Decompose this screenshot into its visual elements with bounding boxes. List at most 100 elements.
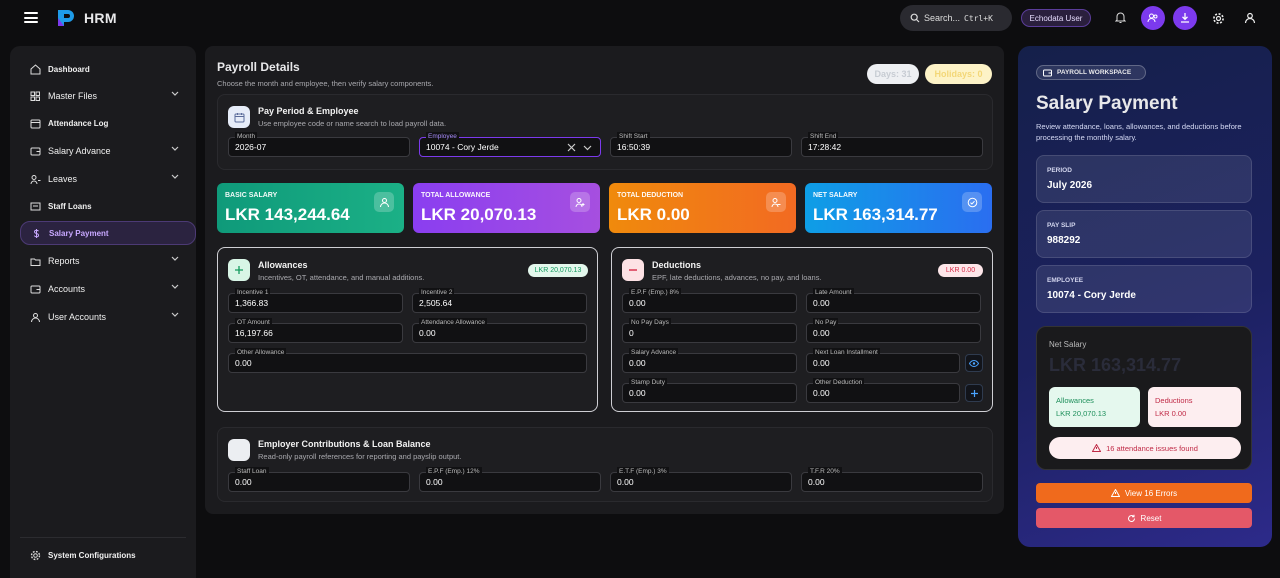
field-value: 0 bbox=[629, 328, 634, 338]
basic-salary-value: LKR 143,244.64 bbox=[225, 205, 350, 224]
calendar-icon bbox=[228, 106, 250, 128]
field-value: 16,197.66 bbox=[235, 328, 273, 338]
sidebar-item-label: Attendance Log bbox=[48, 118, 109, 128]
minus-icon bbox=[622, 259, 644, 281]
chevron-down-icon[interactable] bbox=[583, 145, 592, 151]
field-label: Attendance Allowance bbox=[419, 318, 487, 328]
month-field[interactable]: Month 2026-07 bbox=[228, 132, 410, 157]
salary-payment-title: Salary Payment bbox=[1036, 93, 1178, 114]
net-salary-label: Net Salary bbox=[1049, 340, 1087, 349]
chevron-down-icon bbox=[171, 312, 179, 317]
days-badge: Days: 31 bbox=[867, 64, 919, 84]
view-errors-button[interactable]: View 16 Errors bbox=[1036, 483, 1252, 503]
gear-icon[interactable] bbox=[1206, 6, 1230, 30]
net-salary-value: LKR 163,314.77 bbox=[1049, 355, 1182, 375]
clear-icon[interactable] bbox=[567, 143, 576, 152]
no-pay-days-field[interactable]: No Pay Days 0 bbox=[622, 318, 797, 343]
users-icon bbox=[30, 174, 41, 184]
warning-icon bbox=[1092, 444, 1102, 452]
sidebar-item-salary-advance[interactable]: Salary Advance bbox=[20, 139, 196, 163]
field-value: 0.00 bbox=[426, 477, 443, 487]
staff-loan-field[interactable]: Staff Loan 0.00 bbox=[228, 467, 410, 492]
menu-icon[interactable] bbox=[24, 12, 38, 23]
deductions-title: Deductions bbox=[652, 260, 702, 270]
field-label: Stamp Duty bbox=[629, 378, 667, 388]
other-deduction-field[interactable]: Other Deduction 0.00 bbox=[806, 378, 960, 403]
sidebar-item-label: User Accounts bbox=[48, 312, 107, 322]
no-pay-field[interactable]: No Pay 0.00 bbox=[806, 318, 981, 343]
employer-subtitle: Read-only payroll references for reporti… bbox=[258, 452, 462, 461]
sidebar-item-salary-payment[interactable]: Salary Payment bbox=[20, 221, 196, 245]
field-value: 0.00 bbox=[629, 358, 646, 368]
top-bar: HRM Search... Ctrl+K Echodata User bbox=[0, 0, 1280, 36]
incentive-1-field[interactable]: Incentive 1 1,366.83 bbox=[228, 288, 403, 313]
field-value: 0.00 bbox=[617, 477, 634, 487]
attendance-issues-button[interactable]: 16 attendance issues found bbox=[1049, 437, 1241, 459]
folder-icon bbox=[30, 258, 41, 266]
incentive-2-field[interactable]: Incentive 2 2,505.64 bbox=[412, 288, 587, 313]
period-card: PERIOD July 2026 bbox=[1036, 155, 1252, 203]
chevron-down-icon bbox=[171, 146, 179, 151]
check-circle-icon bbox=[962, 192, 982, 212]
sidebar-item-reports[interactable]: Reports bbox=[20, 249, 196, 273]
sidebar-item-dashboard[interactable]: Dashboard bbox=[20, 57, 196, 81]
net-salary-label: NET SALARY bbox=[813, 192, 858, 199]
e-p-f-emp-8-field[interactable]: E.P.F (Emp.) 8% 0.00 bbox=[622, 288, 797, 313]
bell-icon[interactable] bbox=[1108, 6, 1132, 30]
page-title: Payroll Details bbox=[217, 60, 300, 74]
other-allowance-field[interactable]: Other Allowance 0.00 bbox=[228, 348, 587, 373]
ot-amount-field[interactable]: OT Amount 16,197.66 bbox=[228, 318, 403, 343]
e-p-f-emp-12-field[interactable]: E.P.F (Emp.) 12% 0.00 bbox=[419, 467, 601, 492]
user-badge[interactable]: Echodata User bbox=[1021, 9, 1091, 27]
stamp-duty-field[interactable]: Stamp Duty 0.00 bbox=[622, 378, 797, 403]
allowances-summary: Allowances LKR 20,070.13 bbox=[1049, 387, 1140, 427]
e-t-f-emp-3-field[interactable]: E.T.F (Emp.) 3% 0.00 bbox=[610, 467, 792, 492]
workspace-tag: PAYROLL WORKSPACE bbox=[1036, 65, 1146, 80]
payroll-details-panel: Payroll Details Choose the month and emp… bbox=[205, 46, 1004, 514]
employee-select[interactable]: Employee 10074 - Cory Jerde bbox=[419, 132, 601, 157]
sidebar-item-label: System Configurations bbox=[48, 550, 136, 560]
sidebar-item-attendance-log[interactable]: Attendance Log bbox=[20, 111, 196, 135]
allowances-total-badge: LKR 20,070.13 bbox=[528, 264, 588, 277]
field-label: Incentive 1 bbox=[235, 288, 271, 298]
total-deduction-value: LKR 0.00 bbox=[617, 205, 690, 224]
field-value: 0.00 bbox=[629, 388, 646, 398]
field-value: 2,505.64 bbox=[419, 298, 453, 308]
search-button[interactable]: Search... Ctrl+K bbox=[900, 5, 1012, 31]
shift-end-field[interactable]: Shift End 17:28:42 bbox=[801, 132, 983, 157]
t-f-r-20-field[interactable]: T.F.R 20% 0.00 bbox=[801, 467, 983, 492]
profile-icon[interactable] bbox=[1238, 6, 1262, 30]
add-deduction-button[interactable] bbox=[965, 384, 983, 402]
building-icon bbox=[228, 439, 250, 461]
field-label: E.T.F (Emp.) 3% bbox=[617, 467, 669, 477]
reset-button[interactable]: Reset bbox=[1036, 508, 1252, 528]
total-allowance-label: TOTAL ALLOWANCE bbox=[421, 192, 491, 199]
shift-start-field[interactable]: Shift Start 16:50:39 bbox=[610, 132, 792, 157]
sidebar: Dashboard Master Files Attendance Log Salar… bbox=[10, 46, 196, 578]
sidebar-item-master-files[interactable]: Master Files bbox=[20, 84, 196, 108]
sidebar-item-staff-loans[interactable]: Staff Loans bbox=[20, 194, 196, 218]
view-loan-button[interactable] bbox=[965, 354, 983, 372]
user-icon bbox=[31, 312, 40, 322]
gear-icon bbox=[30, 550, 41, 560]
field-value: 0.00 bbox=[629, 298, 646, 308]
search-icon bbox=[910, 13, 920, 23]
chevron-down-icon bbox=[171, 256, 179, 261]
total-allowance-card: TOTAL ALLOWANCE LKR 20,070.13 bbox=[413, 183, 600, 233]
total-deduction-card: TOTAL DEDUCTION LKR 0.00 bbox=[609, 183, 796, 233]
users-icon[interactable] bbox=[1141, 6, 1165, 30]
salary-advance-field[interactable]: Salary Advance 0.00 bbox=[622, 348, 797, 373]
field-value: 0.00 bbox=[235, 358, 252, 368]
payslip-card: PAY SLIP 988292 bbox=[1036, 210, 1252, 258]
sidebar-item-leaves[interactable]: Leaves bbox=[20, 167, 196, 191]
field-value: 0.00 bbox=[813, 328, 830, 338]
sidebar-item-accounts[interactable]: Accounts bbox=[20, 277, 196, 301]
sidebar-item-user-accounts[interactable]: User Accounts bbox=[20, 305, 196, 329]
next-loan-installment-field[interactable]: Next Loan Installment 0.00 bbox=[806, 348, 960, 373]
field-value: 0.00 bbox=[808, 477, 825, 487]
sidebar-item-system-configurations[interactable]: System Configurations bbox=[20, 543, 196, 567]
download-icon[interactable] bbox=[1173, 6, 1197, 30]
attendance-allowance-field[interactable]: Attendance Allowance 0.00 bbox=[412, 318, 587, 343]
late-amount-field[interactable]: Late Amount 0.00 bbox=[806, 288, 981, 313]
field-value: 1,366.83 bbox=[235, 298, 269, 308]
